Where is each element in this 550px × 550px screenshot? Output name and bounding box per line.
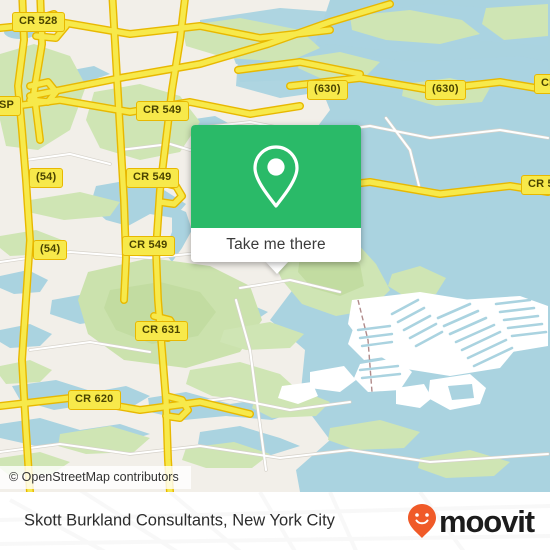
footer-bar: Skott Burkland Consultants, New York Cit… xyxy=(0,492,550,550)
road-shield: (630) xyxy=(307,80,348,100)
moovit-wordmark: moovit xyxy=(438,503,535,539)
road-shield: CR 528 xyxy=(12,12,65,32)
popup-image-area xyxy=(191,125,361,228)
road-shield: CR 5 xyxy=(521,175,550,195)
road-shield: CR 620 xyxy=(68,390,121,410)
moovit-pin-smiley-icon xyxy=(407,504,436,538)
road-shield: (54) xyxy=(29,168,64,188)
road-shield: CR 5 xyxy=(534,74,550,94)
take-me-there-label: Take me there xyxy=(226,236,326,253)
road-shield: CR 549 xyxy=(122,236,175,256)
popup-action-area[interactable]: Take me there xyxy=(191,228,361,262)
road-shield: CR 549 xyxy=(136,101,189,121)
place-title: Skott Burkland Consultants, New York Cit… xyxy=(24,511,335,530)
road-shield: (54) xyxy=(33,240,68,260)
place-popup-card[interactable]: Take me there xyxy=(191,125,361,262)
road-shield: CR 549 xyxy=(126,168,179,188)
map-pin-icon xyxy=(253,144,299,208)
road-shield: CR 631 xyxy=(135,321,188,341)
road-shield: (630) xyxy=(425,80,466,100)
popup-pointer xyxy=(265,261,289,274)
moovit-brand[interactable]: moovit xyxy=(407,503,535,539)
osm-attribution[interactable]: © OpenStreetMap contributors xyxy=(0,466,191,489)
road-shield: SP xyxy=(0,96,22,116)
map-page: CR 528 SP CR 549 (630) (630) (54) CR 549 CR 5 CR… xyxy=(0,0,550,550)
